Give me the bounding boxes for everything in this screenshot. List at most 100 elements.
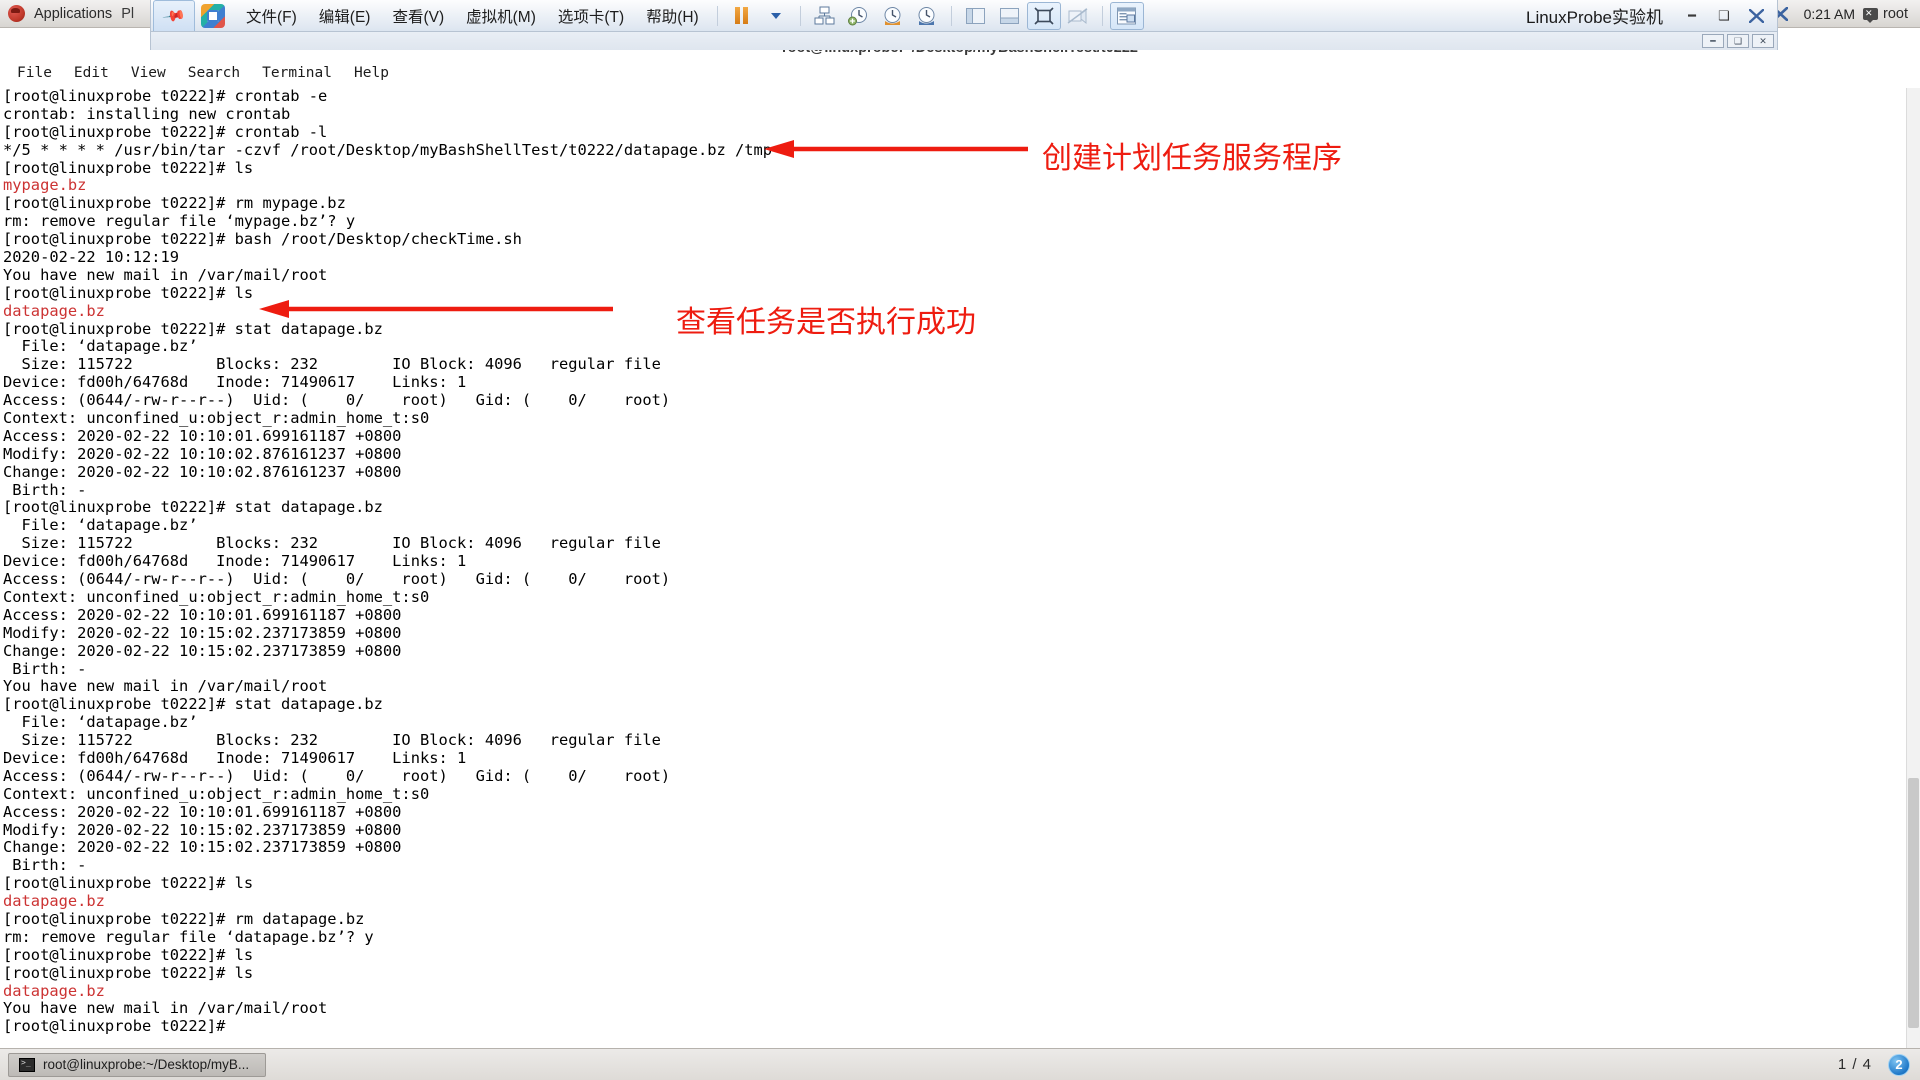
terminal-line: Access: 2020-02-22 10:10:01.699161187 +0…: [3, 802, 402, 821]
pause-icon[interactable]: [725, 2, 759, 30]
terminal-line: Birth: -: [3, 659, 87, 678]
terminal-line: crontab: installing new crontab: [3, 104, 291, 123]
terminal-output[interactable]: [root@linuxprobe t0222]# crontab -e cront…: [0, 88, 1920, 1060]
vmware-menubar: 文件(F) 编辑(E) 查看(V) 虚拟机(M) 选项卡(T) 帮助(H): [235, 2, 710, 30]
revert-snapshot-icon[interactable]: [876, 2, 910, 30]
terminal-menu-help[interactable]: Help: [343, 63, 400, 83]
terminal-line: mypage.bz: [3, 176, 87, 195]
terminal-line: File: ‘datapage.bz’: [3, 713, 198, 732]
terminal-line: Birth: -: [3, 856, 87, 875]
terminal-line: [root@linuxprobe t0222]# ls: [3, 158, 254, 177]
annotation-arrow-1: [764, 140, 1028, 158]
terminal-menu-file[interactable]: File: [6, 63, 63, 83]
menu-vm[interactable]: 虚拟机(M): [455, 2, 547, 30]
fullscreen-icon[interactable]: [1026, 1, 1061, 30]
terminal-line: Access: (0644/-rw-r--r--) Uid: ( 0/ root…: [3, 766, 671, 785]
restore-icon[interactable]: ❑: [1709, 5, 1739, 27]
clock[interactable]: 0:21 AM: [1796, 6, 1863, 22]
terminal-icon: [19, 1057, 35, 1072]
terminal-scrollbar[interactable]: [1906, 88, 1920, 1060]
snapshot-clock-icon[interactable]: [910, 2, 944, 30]
terminal-line: File: ‘datapage.bz’: [3, 516, 198, 535]
terminal-line: [root@linuxprobe t0222]# stat datapage.b…: [3, 498, 383, 517]
redhat-icon: [8, 5, 25, 22]
inner-restore-icon[interactable]: ❑: [1727, 34, 1749, 48]
terminal-line: You have new mail in /var/mail/root: [3, 265, 328, 284]
terminal-line: Context: unconfined_u:object_r:admin_hom…: [3, 784, 430, 803]
menu-tabs[interactable]: 选项卡(T): [547, 2, 635, 30]
terminal-line: Modify: 2020-02-22 10:15:02.237173859 +0…: [3, 623, 402, 642]
toolbar-divider: [950, 5, 952, 26]
terminal-line: Access: 2020-02-22 10:10:01.699161187 +0…: [3, 605, 402, 624]
vmware-toolbar: 📌 文件(F) 编辑(E) 查看(V) 虚拟机(M) 选项卡(T) 帮助(H): [150, 0, 1778, 32]
applications-menu[interactable]: Applications: [34, 6, 112, 22]
terminal-line: Change: 2020-02-22 10:10:02.876161237 +0…: [3, 462, 402, 481]
menu-edit[interactable]: 编辑(E): [308, 2, 382, 30]
terminal-line: Context: unconfined_u:object_r:admin_hom…: [3, 587, 430, 606]
workspace-page-indicator: 1 / 4: [1837, 1056, 1872, 1073]
vmware-inner-window-bar: ━ ❑ ✕: [150, 32, 1778, 50]
snapshot-manager-icon[interactable]: [808, 2, 842, 30]
terminal-line: Modify: 2020-02-22 10:15:02.237173859 +0…: [3, 820, 402, 839]
terminal-line: Change: 2020-02-22 10:15:02.237173859 +0…: [3, 641, 402, 660]
dropdown-caret-icon[interactable]: [759, 2, 793, 30]
take-snapshot-icon[interactable]: [842, 2, 876, 30]
terminal-line: [root@linuxprobe t0222]# stat datapage.b…: [3, 695, 383, 714]
terminal-menu-terminal[interactable]: Terminal: [251, 63, 343, 83]
terminal-line: rm: remove regular file ‘datapage.bz’? y: [3, 927, 374, 946]
terminal-line: Device: fd00h/64768d Inode: 71490617 Lin…: [3, 373, 467, 392]
terminal-line: Size: 115722 Blocks: 232 IO Block: 4096 …: [3, 731, 661, 750]
terminal-menu-view[interactable]: View: [120, 63, 177, 83]
terminal-line: rm: remove regular file ‘mypage.bz’? y: [3, 212, 356, 231]
terminal-line: You have new mail in /var/mail/root: [3, 999, 328, 1018]
terminal-line: 2020-02-22 10:12:19: [3, 248, 180, 267]
terminal-line: [root@linuxprobe t0222]# ls: [3, 945, 254, 964]
show-console-icon[interactable]: [993, 2, 1027, 30]
user-menu[interactable]: root: [1863, 5, 1920, 23]
terminal-line: Access: (0644/-rw-r--r--) Uid: ( 0/ root…: [3, 570, 671, 589]
terminal-menu-edit[interactable]: Edit: [63, 63, 120, 83]
terminal-line: datapage.bz: [3, 892, 105, 911]
minimize-icon[interactable]: ━: [1677, 5, 1707, 27]
terminal-line: Size: 115722 Blocks: 232 IO Block: 4096 …: [3, 355, 661, 374]
places-menu[interactable]: Pl: [121, 6, 134, 22]
terminal-line: Device: fd00h/64768d Inode: 71490617 Lin…: [3, 552, 467, 571]
terminal-line: Birth: -: [3, 480, 87, 499]
show-sidebar-icon[interactable]: [959, 2, 993, 30]
preferences-icon[interactable]: [1109, 1, 1144, 30]
pin-icon: 📌: [161, 4, 187, 29]
taskbar-window-label: root@linuxprobe:~/Desktop/myB...: [43, 1057, 250, 1072]
terminal-line: [root@linuxprobe t0222]# crontab -e: [3, 88, 328, 105]
inner-close-icon[interactable]: ✕: [1752, 34, 1774, 48]
toolbar-divider: [716, 5, 718, 26]
terminal-line: datapage.bz: [3, 981, 105, 1000]
terminal-line: Context: unconfined_u:object_r:admin_hom…: [3, 409, 430, 428]
menu-help[interactable]: 帮助(H): [635, 2, 710, 30]
annotation-arrow-2: [259, 300, 613, 318]
scrollbar-thumb[interactable]: [1908, 778, 1919, 1028]
workspace-badge[interactable]: 2: [1888, 1053, 1910, 1076]
menu-view[interactable]: 查看(V): [381, 2, 455, 30]
menu-file[interactable]: 文件(F): [235, 2, 308, 30]
terminal-line: [root@linuxprobe t0222]# rm datapage.bz: [3, 909, 365, 928]
bottom-taskbar: root@linuxprobe:~/Desktop/myB... 1 / 4 2: [0, 1048, 1920, 1080]
vmware-window-title: LinuxProbe实验机: [1525, 8, 1663, 27]
terminal-line: You have new mail in /var/mail/root: [3, 677, 328, 696]
vmware-tab-pin-button[interactable]: 📌: [153, 0, 195, 31]
terminal-line: [root@linuxprobe t0222]# bash /root/Desk…: [3, 230, 522, 249]
toolbar-divider: [1101, 5, 1103, 26]
terminal-window: root@linuxprobe:~/Desktop/myBashShellTes…: [0, 28, 1920, 1060]
terminal-line: Change: 2020-02-22 10:15:02.237173859 +0…: [3, 838, 402, 857]
unity-mode-icon[interactable]: [1061, 2, 1095, 30]
taskbar-window-button[interactable]: root@linuxprobe:~/Desktop/myB...: [8, 1052, 266, 1077]
terminal-menubar: File Edit View Search Terminal Help: [0, 60, 1920, 86]
annotation-text-1: 创建计划任务服务程序: [1042, 141, 1342, 176]
terminal-line: Size: 115722 Blocks: 232 IO Block: 4096 …: [3, 534, 661, 553]
terminal-line: Modify: 2020-02-22 10:10:02.876161237 +0…: [3, 444, 402, 463]
inner-minimize-icon[interactable]: ━: [1702, 34, 1724, 48]
terminal-line: Access: (0644/-rw-r--r--) Uid: ( 0/ root…: [3, 391, 671, 410]
terminal-menu-search[interactable]: Search: [177, 63, 251, 83]
user-name-label: root: [1883, 5, 1908, 22]
terminal-line: [root@linuxprobe t0222]# rm mypage.bz: [3, 194, 346, 213]
close-icon[interactable]: [1741, 5, 1771, 27]
